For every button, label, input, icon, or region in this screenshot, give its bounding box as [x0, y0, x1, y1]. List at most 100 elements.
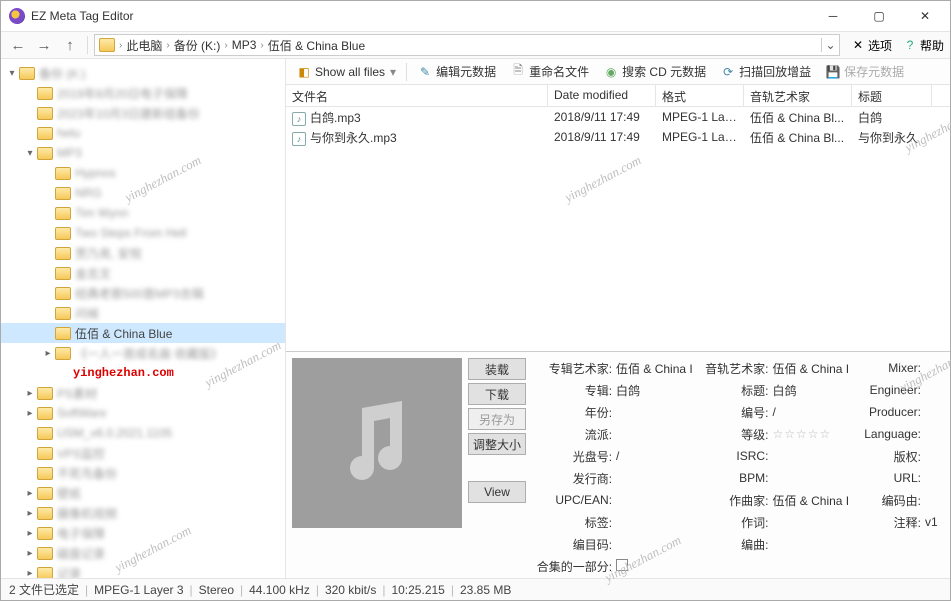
tree-label: 经典老歌500首MP3合辑 — [75, 285, 204, 302]
meta-key: 作词: — [704, 514, 773, 531]
view-button[interactable]: View — [468, 481, 526, 503]
tree-row[interactable]: Hypnos — [1, 163, 285, 183]
tree-row[interactable]: yinghezhan.com — [1, 363, 285, 383]
tree-row[interactable]: 2023年10月3日建新组备份 — [1, 103, 285, 123]
breadcrumb[interactable]: › 此电脑› 备份 (K:)› MP3› 伍佰 & China Blue ⌄ — [94, 34, 840, 56]
tree-label: 电子保障 — [57, 525, 105, 542]
meta-value[interactable]: 白鸽 — [616, 382, 704, 399]
tree-row[interactable]: 不死鸟备份 — [1, 463, 285, 483]
meta-value[interactable]: 伍佰 & China I — [616, 360, 704, 377]
tree-row[interactable]: 金志文 — [1, 263, 285, 283]
meta-row: ISRC: — [704, 446, 860, 466]
tree-twisty[interactable]: ▸ — [23, 508, 37, 519]
tree-row[interactable]: ▾备份 (K:) — [1, 63, 285, 83]
tree-row[interactable]: ▸ 电子保障 — [1, 523, 285, 543]
tree-twisty[interactable]: ▸ — [23, 388, 37, 399]
col-date[interactable]: Date modified — [548, 85, 656, 106]
tree-label: SoftWare — [57, 406, 107, 420]
help-link[interactable]: 帮助 — [920, 37, 944, 54]
edit-metadata-button[interactable]: ✎编辑元数据 — [411, 60, 502, 83]
tree-twisty[interactable]: ▾ — [23, 148, 37, 159]
search-cd-button[interactable]: ◉搜索 CD 元数据 — [597, 60, 712, 83]
meta-value[interactable]: 白鸽 — [772, 382, 860, 399]
file-row[interactable]: ♪与你到永久.mp32018/9/11 17:49MPEG-1 Lay...伍佰… — [286, 127, 950, 147]
meta-value[interactable] — [616, 559, 704, 573]
tree-row[interactable]: USM_v6.0.2021.1105 — [1, 423, 285, 443]
tree-row[interactable]: 2019年8月20日电子保障 — [1, 83, 285, 103]
maximize-button[interactable]: ▢ — [856, 1, 902, 31]
load-button[interactable]: 装载 — [468, 358, 526, 380]
rename-icon: 🗎 — [510, 64, 526, 80]
meta-row: 合集的一部分: — [532, 556, 704, 572]
file-list[interactable]: ♪白鸽.mp32018/9/11 17:49MPEG-1 Lay...伍佰 & … — [286, 107, 950, 351]
folder-tree[interactable]: ▾备份 (K:) 2019年8月20日电子保障2023年10月3日建新组备份het… — [1, 59, 286, 578]
crumb-root[interactable]: 此电脑 — [122, 37, 166, 54]
meta-value[interactable]: 伍佰 & China I — [772, 492, 860, 509]
crumb-current[interactable]: 伍佰 & China Blue — [264, 37, 369, 54]
tree-twisty[interactable]: ▾ — [5, 68, 19, 79]
options-link[interactable]: 选项 — [868, 37, 892, 54]
replaygain-button[interactable]: ⟳扫描回放增益 — [714, 60, 817, 83]
tree-twisty[interactable]: ▸ — [23, 488, 37, 499]
tree-row[interactable]: Two Steps From Hell — [1, 223, 285, 243]
forward-button[interactable]: → — [33, 34, 55, 56]
show-all-files-button[interactable]: ◧Show all files▾ — [290, 61, 402, 83]
tree-row[interactable]: ▸《一人一首成名曲 收藏版》 — [1, 343, 285, 363]
tree-row[interactable]: hetu — [1, 123, 285, 143]
col-title[interactable]: 标题 — [852, 85, 932, 106]
rating-stars[interactable]: ☆☆☆☆☆ — [772, 427, 831, 441]
minimize-button[interactable]: ─ — [810, 1, 856, 31]
crumb-folder[interactable]: MP3 — [228, 38, 261, 52]
meta-value[interactable]: ☆☆☆☆☆ — [772, 427, 860, 441]
tree-row[interactable]: ▾MP3 — [1, 143, 285, 163]
tree-twisty[interactable]: ▸ — [23, 568, 37, 579]
compilation-checkbox[interactable] — [616, 559, 628, 571]
meta-value[interactable]: v1 — [925, 515, 944, 529]
saveas-button[interactable]: 另存为 — [468, 408, 526, 430]
tree-row[interactable]: ▸磁盘记录 — [1, 543, 285, 563]
tree-twisty[interactable]: ▸ — [23, 408, 37, 419]
save-metadata-button[interactable]: 💾保存元数据 — [819, 60, 910, 83]
tree-row[interactable]: NRG — [1, 183, 285, 203]
close-button[interactable]: ✕ — [902, 1, 948, 31]
tree-twisty[interactable]: ▸ — [41, 348, 55, 359]
meta-row: 流派: — [532, 424, 704, 444]
tree-row[interactable]: Tim Wynn — [1, 203, 285, 223]
meta-value[interactable]: / — [772, 405, 860, 419]
resize-button[interactable]: 调整大小 — [468, 433, 526, 455]
meta-key: 编码由: — [860, 492, 925, 509]
tree-row[interactable]: 经典老歌500首MP3合辑 — [1, 283, 285, 303]
download-button[interactable]: 下载 — [468, 383, 526, 405]
crumb-drive[interactable]: 备份 (K:) — [170, 37, 225, 54]
meta-row: 标签: — [532, 512, 704, 532]
music-file-icon: ♪ — [292, 132, 306, 146]
tree-row[interactable]: ▸记录 — [1, 563, 285, 578]
file-row[interactable]: ♪白鸽.mp32018/9/11 17:49MPEG-1 Lay...伍佰 & … — [286, 107, 950, 127]
meta-value[interactable]: / — [616, 449, 704, 463]
folder-icon — [19, 67, 35, 80]
rename-button[interactable]: 🗎重命名文件 — [504, 60, 595, 83]
tree-row[interactable]: 伍佰 & China Blue — [1, 323, 285, 343]
folder-icon — [55, 267, 71, 280]
tree-row[interactable]: ▸摄像机视频 — [1, 503, 285, 523]
col-format[interactable]: 格式 — [656, 85, 744, 106]
tree-row[interactable]: 贾乃亮, 安悦 — [1, 243, 285, 263]
tree-twisty[interactable]: ▸ — [23, 528, 37, 539]
back-button[interactable]: ← — [7, 34, 29, 56]
tree-row[interactable]: VPS监控 — [1, 443, 285, 463]
col-artist[interactable]: 音轨艺术家 — [744, 85, 852, 106]
status-bitrate: 320 kbit/s — [325, 583, 376, 597]
tree-row[interactable]: ▸壁纸 — [1, 483, 285, 503]
album-art[interactable] — [292, 358, 462, 528]
tree-twisty[interactable]: ▸ — [23, 548, 37, 559]
tree-row[interactable]: 问候 — [1, 303, 285, 323]
col-filename[interactable]: 文件名 — [286, 85, 548, 106]
tree-row[interactable]: ▸PS素材 — [1, 383, 285, 403]
breadcrumb-dropdown[interactable]: ⌄ — [821, 38, 839, 52]
meta-row: 专辑艺术家:伍佰 & China I — [532, 358, 704, 378]
folder-icon — [55, 307, 71, 320]
tree-row[interactable]: ▸ SoftWare — [1, 403, 285, 423]
up-button[interactable]: ↑ — [59, 34, 81, 56]
meta-value[interactable]: 伍佰 & China I — [772, 360, 860, 377]
tree-label: 2019年8月20日电子保障 — [57, 85, 188, 102]
